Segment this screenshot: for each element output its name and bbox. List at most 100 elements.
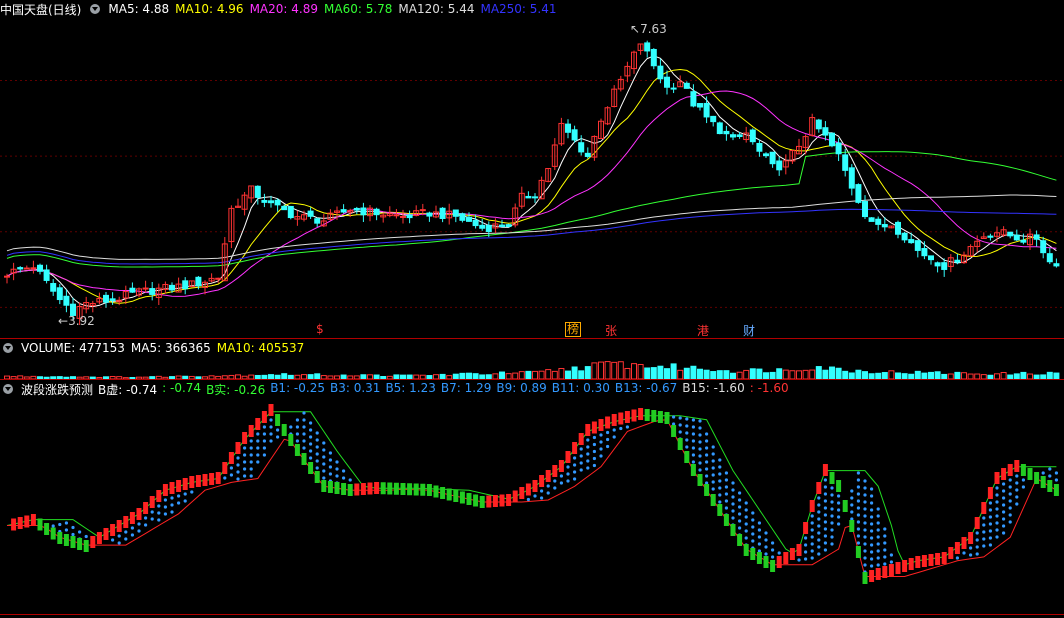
wave-dot — [157, 504, 161, 508]
wave-block — [539, 475, 545, 487]
candle-body — [472, 219, 479, 227]
wave-block — [928, 554, 934, 566]
wave-dot — [863, 563, 867, 567]
event-marker-cai[interactable]: 财 — [743, 322, 755, 339]
wave-dot — [830, 521, 834, 525]
wave-dot — [876, 563, 880, 567]
volume-bar — [591, 362, 598, 379]
wave-block — [809, 500, 815, 512]
wave-dot — [183, 499, 187, 503]
wave-dot — [295, 439, 299, 443]
candle-body — [525, 195, 532, 199]
wave-block — [776, 556, 782, 568]
wave-dot — [1015, 481, 1019, 485]
wave-dot — [335, 460, 339, 464]
candle-body — [466, 216, 472, 222]
volume-bar — [789, 370, 796, 379]
candle-body — [314, 218, 321, 224]
wave-dot — [256, 460, 260, 464]
candle-body — [485, 224, 492, 232]
ma20-line — [6, 90, 1057, 297]
wave-block — [400, 483, 406, 495]
candle-body — [690, 91, 697, 107]
wave-block — [255, 418, 261, 430]
wave-block — [77, 538, 83, 550]
wave-dot — [342, 476, 346, 480]
wave-dot — [724, 478, 729, 482]
wave-block — [770, 560, 776, 572]
wave-dot — [78, 530, 82, 534]
volume-bar — [571, 366, 578, 379]
wave-block — [486, 495, 492, 508]
wave-dot — [975, 545, 979, 549]
candle-body — [142, 287, 149, 290]
candle-body — [1053, 263, 1060, 267]
candle-body — [1033, 234, 1040, 240]
wave-dot — [744, 508, 748, 512]
wave-dot — [744, 501, 748, 505]
volume-bar — [558, 368, 565, 379]
wave-block — [875, 568, 881, 580]
wave-dot — [856, 527, 861, 531]
wave-block — [671, 425, 677, 437]
wave-block — [162, 484, 168, 496]
dropdown-icon[interactable] — [90, 4, 101, 14]
wave-dot — [130, 533, 134, 537]
event-marker-dollar[interactable]: $ — [316, 322, 324, 336]
wave-dot — [757, 521, 762, 525]
wave-block — [994, 472, 1000, 484]
wave-block — [598, 419, 604, 431]
volume-bar — [499, 371, 505, 379]
wave-dot — [586, 466, 590, 470]
wave-block — [314, 471, 320, 483]
ma60-line — [6, 151, 1057, 268]
candle-body — [43, 269, 50, 281]
volume-bar — [545, 369, 552, 379]
wave-dot — [731, 481, 735, 485]
candle-body — [23, 267, 30, 270]
wave-dot — [705, 453, 709, 457]
wave-block — [624, 411, 630, 423]
volume-bar — [598, 361, 604, 379]
wave-dot — [698, 468, 702, 472]
event-marker-bang[interactable]: 榜 — [565, 322, 582, 337]
wave-dot — [823, 499, 828, 503]
wave-dot — [975, 552, 979, 556]
wave-dot — [566, 465, 570, 469]
wave-dot — [982, 516, 986, 520]
volume-bar — [954, 371, 961, 379]
wave-block — [288, 434, 294, 446]
event-marker-gang[interactable]: 港 — [697, 322, 709, 339]
wave-block — [341, 483, 347, 495]
candle-body — [37, 264, 43, 272]
wave-dot — [731, 488, 735, 492]
wave-dot — [302, 411, 306, 415]
wave-block — [572, 442, 578, 454]
candle-body — [650, 48, 657, 67]
volume-bar — [677, 369, 684, 379]
wave-dot — [823, 520, 828, 524]
wave-block — [723, 514, 729, 526]
wave-dot — [876, 535, 880, 539]
candle-body — [261, 200, 268, 203]
candle-body — [393, 214, 400, 217]
wave-dot — [315, 431, 319, 435]
wave-dot — [810, 535, 814, 539]
wave-dot — [863, 556, 867, 560]
wave-dot — [995, 528, 999, 532]
wave-dot — [883, 541, 887, 545]
wave-dropdown-icon[interactable] — [3, 384, 13, 394]
wave-block — [1007, 464, 1013, 476]
event-marker-zhang[interactable]: 张 — [605, 322, 617, 339]
price-indicator-2: MA20: 4.89 — [249, 2, 318, 16]
wave-dot — [856, 534, 861, 538]
volume-dropdown-icon[interactable] — [3, 343, 13, 353]
wave-dot — [823, 527, 828, 531]
wave-dot — [982, 544, 986, 548]
wave-dot — [823, 492, 828, 496]
wave-dot — [764, 531, 768, 535]
wave-dot — [817, 524, 821, 528]
candle-body — [30, 267, 37, 270]
wave-block — [935, 553, 941, 565]
wave-dot — [243, 453, 247, 457]
